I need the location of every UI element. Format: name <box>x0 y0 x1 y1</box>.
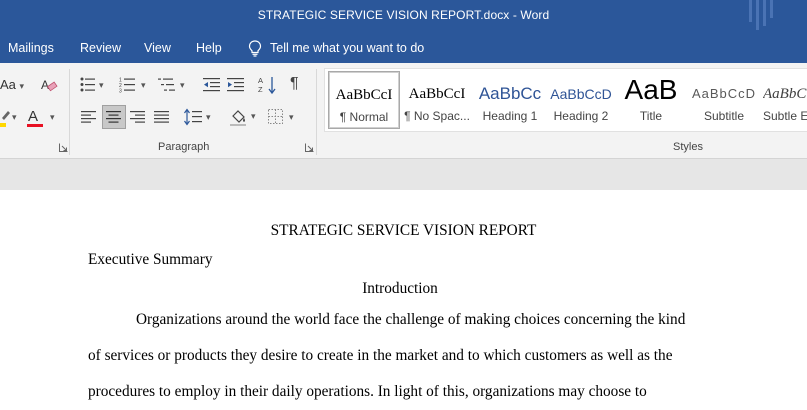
sort-az-icon: A Z <box>258 76 276 95</box>
document-title: STRATEGIC SERVICE VISION REPORT <box>270 222 537 239</box>
change-case-button[interactable]: Aa ▾ <box>0 77 24 92</box>
svg-text:A: A <box>258 76 263 85</box>
numbered-list-icon: 1 2 3 ▾ <box>119 78 146 94</box>
style-name: Heading 2 <box>553 109 609 123</box>
align-center-icon <box>106 111 121 123</box>
style-subtitle[interactable]: AaBbCcD Subtitle <box>689 71 759 127</box>
align-right-button[interactable] <box>130 110 146 124</box>
style-name: ¶ Normal <box>339 110 389 124</box>
bullets-button[interactable]: ▾ <box>80 77 106 93</box>
style-sample: AaBbCcD <box>691 86 757 101</box>
sort-button[interactable]: A Z <box>258 75 278 95</box>
svg-text:3: 3 <box>119 89 122 94</box>
highlight-color-button[interactable]: ▾ <box>0 108 22 128</box>
window-title: STRATEGIC SERVICE VISION REPORT.docx - W… <box>257 8 550 22</box>
numbering-button[interactable]: 1 2 3 ▾ <box>119 77 149 94</box>
svg-text:▾: ▾ <box>50 112 55 122</box>
style-no-spacing[interactable]: AaBbCcI ¶ No Spac... <box>401 71 473 127</box>
document-page[interactable]: STRATEGIC SERVICE VISION REPORT Executiv… <box>0 190 807 410</box>
justify-button[interactable] <box>154 110 170 124</box>
group-separator <box>69 69 70 155</box>
ribbon-tabs: Mailings Review View Help Tell me what y… <box>0 33 807 63</box>
svg-text:▾: ▾ <box>206 112 211 122</box>
multilevel-list-button[interactable]: ▾ <box>158 77 188 93</box>
subheading: Introduction <box>362 280 438 297</box>
borders-button[interactable]: ▾ <box>268 109 298 125</box>
svg-text:Z: Z <box>258 85 263 94</box>
style-name: Heading 1 <box>482 109 538 123</box>
borders-icon: ▾ <box>268 109 294 124</box>
style-heading-2[interactable]: AaBbCcD Heading 2 <box>548 71 614 127</box>
style-subtle-emphasis[interactable]: AaBbC Subtle E <box>763 71 807 127</box>
align-left-button[interactable] <box>81 110 97 124</box>
change-case-label: Aa <box>0 77 16 92</box>
font-dialog-launcher-icon[interactable] <box>59 143 68 152</box>
style-heading-1[interactable]: AaBbCc Heading 1 <box>476 71 544 127</box>
font-color-button[interactable]: A ▾ <box>26 107 62 129</box>
paragraph-group-label: Paragraph <box>158 141 210 153</box>
align-center-button[interactable] <box>102 105 126 129</box>
multilevel-list-icon: ▾ <box>158 78 185 91</box>
style-name: Subtitle <box>703 109 745 123</box>
svg-text:▾: ▾ <box>99 80 104 90</box>
style-sample: AaBbCcI <box>408 86 466 102</box>
tell-me-text: Tell me what you want to do <box>270 41 425 55</box>
body-line: of services or products they desire to c… <box>88 347 673 364</box>
align-left-icon <box>81 111 96 123</box>
svg-text:▾: ▾ <box>289 112 294 122</box>
justify-icon <box>154 111 169 123</box>
decrease-indent-button[interactable] <box>203 77 221 93</box>
tell-me-search[interactable]: Tell me what you want to do <box>248 37 424 59</box>
paint-bucket-icon: ▾ <box>230 110 256 126</box>
section-heading: Executive Summary <box>88 251 213 268</box>
style-sample: AaB <box>624 74 678 105</box>
styles-gallery: AaBbCcI ¶ Normal AaBbCcI ¶ No Spac... Aa… <box>324 68 807 132</box>
tab-view[interactable]: View <box>144 41 171 55</box>
style-normal[interactable]: AaBbCcI ¶ Normal <box>328 71 400 129</box>
style-sample: AaBbCc <box>478 84 542 103</box>
tab-mailings[interactable]: Mailings <box>8 41 54 55</box>
group-separator <box>316 69 317 155</box>
ribbon-shadow-band <box>0 159 807 190</box>
bullet-list-icon: ▾ <box>80 77 104 92</box>
account-pattern-icon <box>749 0 773 30</box>
shading-button[interactable]: ▾ <box>229 107 261 127</box>
chevron-down-icon: ▾ <box>19 81 25 91</box>
increase-indent-button[interactable] <box>227 77 245 93</box>
highlighter-icon: ▾ <box>0 111 17 127</box>
lightbulb-icon <box>248 39 262 57</box>
style-name: Subtle E <box>763 109 807 123</box>
decrease-indent-icon <box>203 78 220 92</box>
style-sample: AaBbC <box>763 86 807 102</box>
align-right-icon <box>130 111 145 123</box>
line-spacing-button[interactable]: ▾ <box>184 108 214 126</box>
styles-group-label: Styles <box>673 141 703 153</box>
style-title[interactable]: AaB Title <box>618 71 684 127</box>
paragraph-dialog-launcher-icon[interactable] <box>305 143 314 152</box>
style-sample: AaBbCcD <box>550 86 612 102</box>
font-color-icon: A ▾ <box>27 108 55 127</box>
svg-text:A: A <box>41 78 49 92</box>
increase-indent-icon <box>227 78 244 92</box>
svg-text:▾: ▾ <box>141 80 146 90</box>
clear-formatting-button[interactable]: A <box>40 76 58 94</box>
body-line: procedures to employ in their daily oper… <box>88 383 647 400</box>
ribbon: Aa ▾ A ▾ A ▾ ▾ 1 2 3 ▾ ▾ A Z ¶ ▾ ▾ ▾ Par… <box>0 63 807 159</box>
svg-text:A: A <box>28 108 38 125</box>
svg-text:▾: ▾ <box>12 112 17 122</box>
svg-text:▾: ▾ <box>251 111 256 121</box>
eraser-icon: A <box>41 78 58 92</box>
tab-help[interactable]: Help <box>196 41 222 55</box>
tab-review[interactable]: Review <box>80 41 121 55</box>
style-name: ¶ No Spac... <box>404 109 470 123</box>
style-name: Title <box>639 109 663 123</box>
line-spacing-icon: ▾ <box>184 108 211 126</box>
pilcrow-icon: ¶ <box>290 75 299 92</box>
style-sample: AaBbCcI <box>335 87 393 103</box>
title-bar: STRATEGIC SERVICE VISION REPORT.docx - W… <box>0 0 807 33</box>
show-formatting-button[interactable]: ¶ <box>290 75 299 93</box>
body-line: Organizations around the world face the … <box>136 311 686 328</box>
svg-text:▾: ▾ <box>180 80 185 90</box>
